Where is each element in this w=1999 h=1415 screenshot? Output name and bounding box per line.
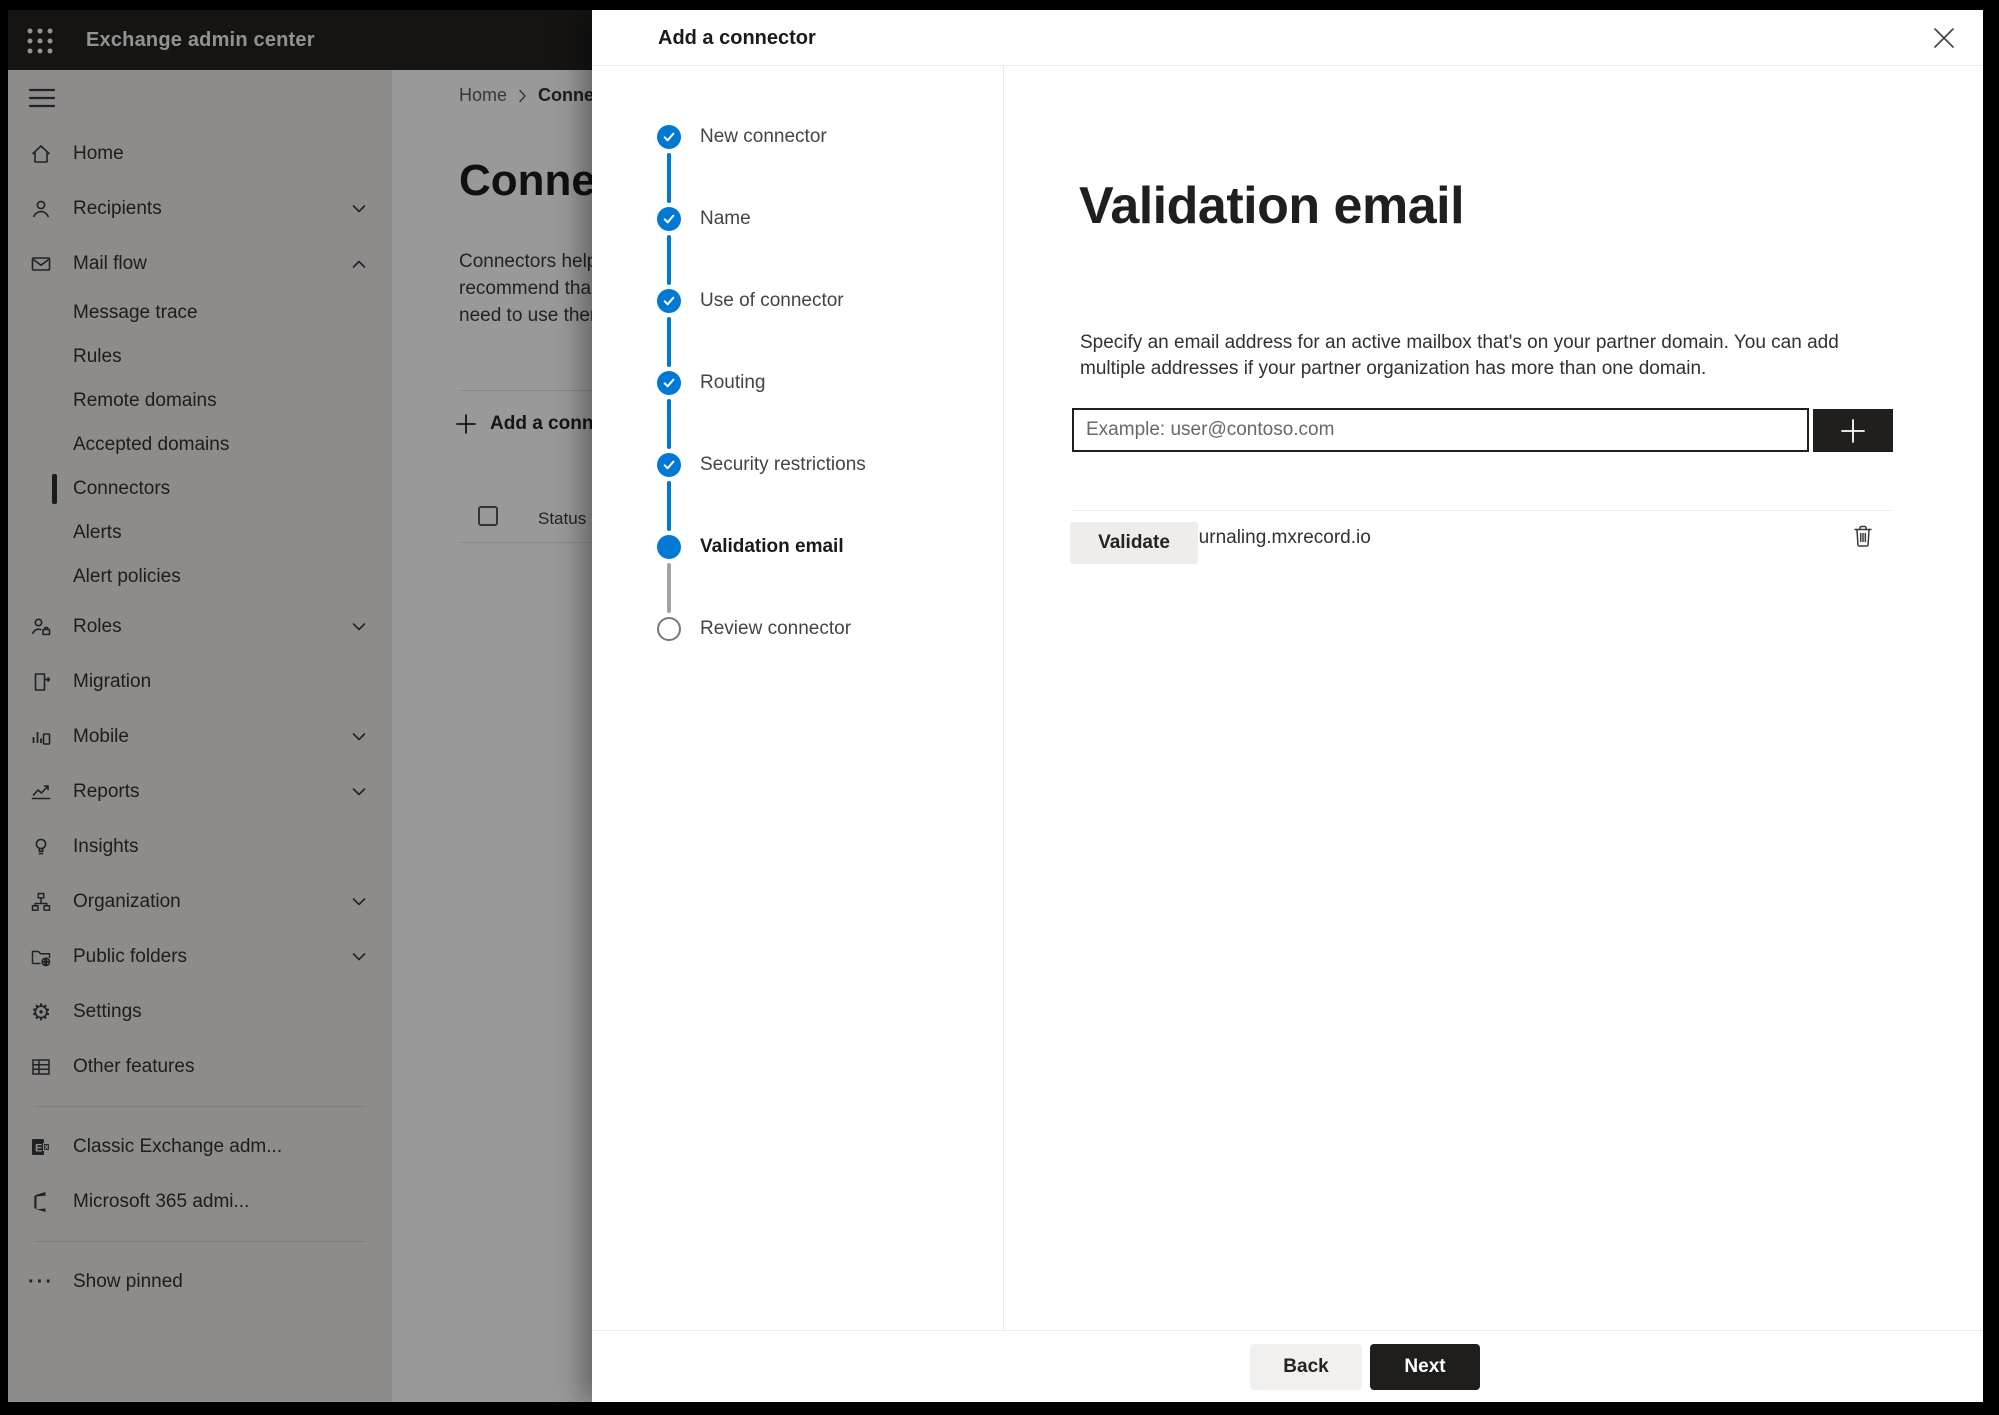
- validate-button[interactable]: Validate: [1070, 522, 1198, 564]
- step-label: Name: [700, 208, 751, 229]
- step-connector-line: [667, 399, 671, 449]
- step-label: New connector: [700, 126, 827, 147]
- address-list-divider: [1072, 510, 1893, 511]
- step-upcoming-icon: [657, 617, 681, 641]
- email-address-input[interactable]: [1072, 408, 1809, 452]
- screen: Exchange admin center Home Recipients Ma…: [8, 10, 1983, 1402]
- step-label: Use of connector: [700, 290, 844, 311]
- add-address-button[interactable]: [1813, 409, 1893, 452]
- step-connector-line: [667, 153, 671, 203]
- close-icon: [1934, 28, 1954, 48]
- step-name[interactable]: Name: [592, 203, 993, 235]
- step-review-connector[interactable]: Review connector: [592, 613, 993, 645]
- step-connector-line: [667, 235, 671, 285]
- step-completed-icon: [657, 371, 681, 395]
- add-connector-panel: Add a connector New connector Name Use o…: [592, 10, 1983, 1402]
- trash-icon: [1854, 525, 1872, 547]
- panel-header: Add a connector: [592, 10, 1983, 66]
- step-connector-line: [667, 317, 671, 367]
- step-description-line: multiple addresses if your partner organ…: [1080, 358, 1707, 379]
- panel-title: Add a connector: [658, 27, 816, 49]
- step-connector-line: [667, 563, 671, 613]
- delete-address-button[interactable]: [1849, 522, 1877, 550]
- back-button[interactable]: Back: [1250, 1344, 1362, 1390]
- wizard-stepper: New connector Name Use of connector Rout…: [592, 66, 1004, 1330]
- step-completed-icon: [657, 289, 681, 313]
- step-label: Validation email: [700, 536, 844, 557]
- step-heading: Validation email: [1079, 177, 1465, 235]
- step-new-connector[interactable]: New connector: [592, 121, 993, 153]
- step-current-icon: [657, 535, 681, 559]
- step-completed-icon: [657, 453, 681, 477]
- step-validation-email[interactable]: Validation email: [592, 531, 993, 563]
- step-routing[interactable]: Routing: [592, 367, 993, 399]
- step-completed-icon: [657, 125, 681, 149]
- step-description-line: Specify an email address for an active m…: [1080, 332, 1839, 353]
- step-security-restrictions[interactable]: Security restrictions: [592, 449, 993, 481]
- step-label: Security restrictions: [700, 454, 866, 475]
- step-use-of-connector[interactable]: Use of connector: [592, 285, 993, 317]
- step-label: Routing: [700, 372, 766, 393]
- step-content: Validation email Specify an email addres…: [1005, 66, 1983, 1330]
- step-description: Specify an email address for an active m…: [1080, 330, 1839, 382]
- step-connector-line: [667, 481, 671, 531]
- panel-footer: Back Next: [592, 1330, 1983, 1402]
- step-completed-icon: [657, 207, 681, 231]
- plus-icon: [1841, 418, 1865, 443]
- next-button[interactable]: Next: [1370, 1344, 1480, 1390]
- close-button[interactable]: [1931, 25, 1957, 51]
- step-label: Review connector: [700, 618, 852, 639]
